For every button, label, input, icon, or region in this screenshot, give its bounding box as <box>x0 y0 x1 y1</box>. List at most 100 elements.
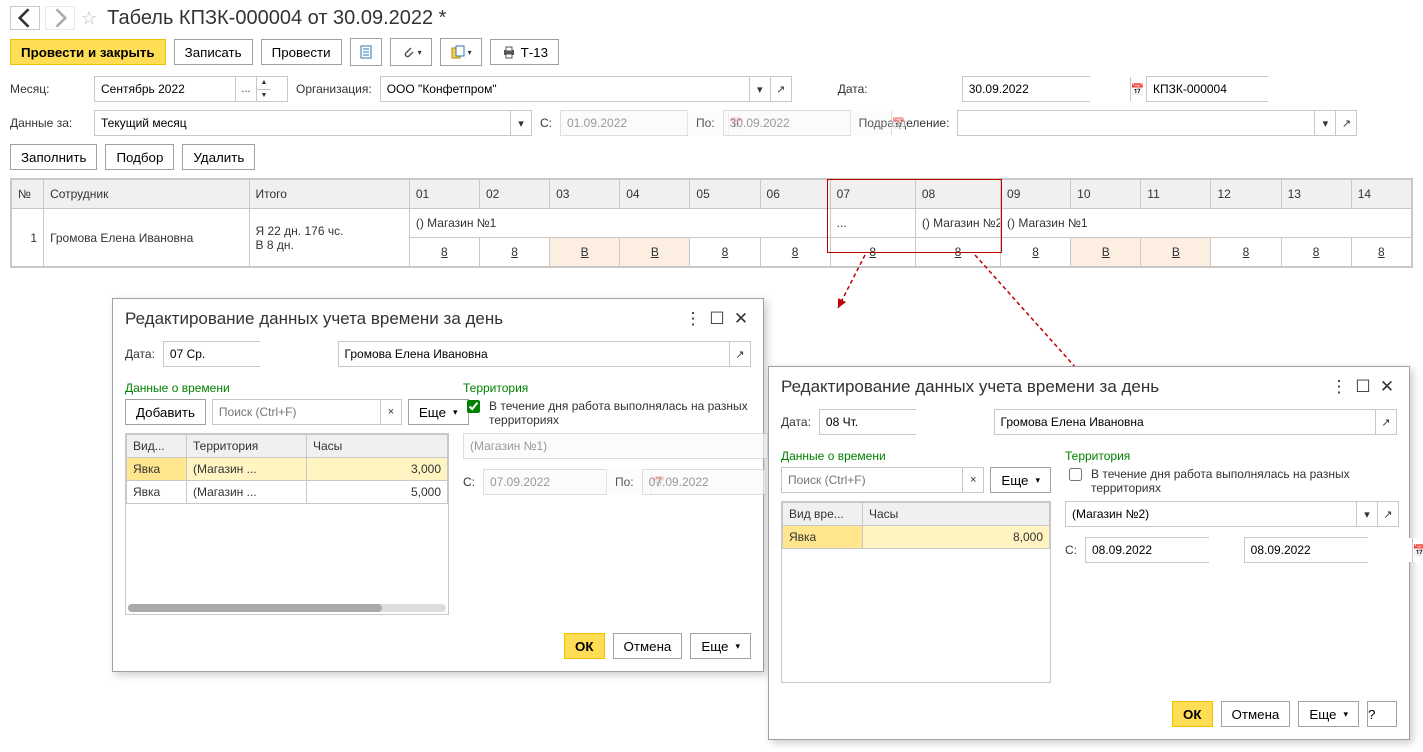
hours-11[interactable]: В <box>1141 238 1211 267</box>
dlg2-terr-open-button[interactable]: ↗ <box>1377 502 1398 526</box>
col-day-10[interactable]: 10 <box>1071 180 1141 209</box>
post-and-close-button[interactable]: Провести и закрыть <box>10 39 166 65</box>
month-input[interactable] <box>95 77 235 101</box>
col-emp[interactable]: Сотрудник <box>44 180 249 209</box>
timesheet-grid[interactable]: № Сотрудник Итого 01 02 03 04 05 06 07 0… <box>10 178 1413 268</box>
dlg1-col-terr[interactable]: Территория <box>187 435 307 458</box>
number-field[interactable] <box>1146 76 1268 102</box>
org-open-button[interactable]: ↗ <box>770 77 791 101</box>
month-down-button[interactable]: ▼ <box>256 90 271 102</box>
dlg2-multi-terr-input[interactable] <box>1069 468 1082 481</box>
date-cal-button[interactable]: 📅 <box>1130 77 1145 101</box>
hours-14[interactable]: 8 <box>1351 238 1411 267</box>
col-day-13[interactable]: 13 <box>1281 180 1351 209</box>
col-day-04[interactable]: 04 <box>620 180 690 209</box>
dlg1-add-button[interactable]: Добавить <box>125 399 206 425</box>
hours-04[interactable]: В <box>620 238 690 267</box>
dlg2-terr-input[interactable] <box>1066 502 1356 526</box>
dlg2-time-grid[interactable]: Вид вре...Часы Явка8,000 <box>781 501 1051 683</box>
dlg1-date-input[interactable] <box>164 342 331 366</box>
dlg2-multi-terr-checkbox[interactable]: В течение дня работа выполнялась на разн… <box>1065 467 1397 495</box>
col-day-03[interactable]: 03 <box>550 180 620 209</box>
hours-12[interactable]: 8 <box>1211 238 1281 267</box>
col-day-06[interactable]: 06 <box>760 180 830 209</box>
delete-button[interactable]: Удалить <box>182 144 255 170</box>
dept-input[interactable] <box>958 111 1314 135</box>
hours-06[interactable]: 8 <box>760 238 830 267</box>
dlg2-close-icon[interactable]: ✕ <box>1377 377 1397 397</box>
hours-05[interactable]: 8 <box>690 238 760 267</box>
save-button[interactable]: Записать <box>174 39 253 65</box>
dlg2-more-icon[interactable]: ⋮ <box>1329 377 1349 397</box>
dlg1-ok-button[interactable]: ОК <box>564 633 605 659</box>
hours-13[interactable]: 8 <box>1281 238 1351 267</box>
nav-back-button[interactable] <box>10 6 40 30</box>
dlg2-search-input[interactable] <box>782 468 962 492</box>
data-for-drop-button[interactable]: ▾ <box>510 111 531 135</box>
pick-button[interactable]: Подбор <box>105 144 174 170</box>
hours-02[interactable]: 8 <box>479 238 549 267</box>
dlg2-ok-button[interactable]: ОК <box>1172 701 1213 727</box>
dlg1-time-grid[interactable]: Вид...ТерриторияЧасы Явка(Магазин ...3,0… <box>125 433 449 615</box>
col-day-11[interactable]: 11 <box>1141 180 1211 209</box>
dlg2-more-button[interactable]: Еще <box>990 467 1051 493</box>
list-item[interactable]: Явка(Магазин ...3,000 <box>127 458 448 481</box>
org-drop-button[interactable]: ▾ <box>749 77 770 101</box>
nav-forward-button[interactable] <box>45 6 75 30</box>
dlg2-max-icon[interactable]: ☐ <box>1353 377 1373 397</box>
col-day-01[interactable]: 01 <box>409 180 479 209</box>
hours-03[interactable]: В <box>550 238 620 267</box>
post-button[interactable]: Провести <box>261 39 342 65</box>
dlg2-from-input[interactable] <box>1086 538 1253 562</box>
dlg2-to-cal-button[interactable]: 📅 <box>1412 538 1423 562</box>
basedon-icon-button[interactable]: ▾ <box>440 38 482 66</box>
dlg1-cancel-button[interactable]: Отмена <box>613 633 683 659</box>
dlg2-date-input[interactable] <box>820 410 987 434</box>
dlg1-search-clear-button[interactable]: × <box>380 400 401 424</box>
day-editor-dialog-1[interactable]: Редактирование данных учета времени за д… <box>112 298 764 672</box>
report-icon-button[interactable] <box>350 38 382 66</box>
dlg1-multi-terr-checkbox[interactable]: В течение дня работа выполнялась на разн… <box>463 399 766 427</box>
col-day-08[interactable]: 08 <box>915 180 1000 209</box>
dlg1-max-icon[interactable]: ☐ <box>707 309 727 329</box>
col-day-05[interactable]: 05 <box>690 180 760 209</box>
date-input[interactable] <box>963 77 1130 101</box>
col-day-14[interactable]: 14 <box>1351 180 1411 209</box>
col-no[interactable]: № <box>12 180 44 209</box>
col-day-07[interactable]: 07 <box>830 180 915 209</box>
date-field[interactable]: 📅 <box>962 76 1090 102</box>
col-day-09[interactable]: 09 <box>1001 180 1071 209</box>
dlg2-cancel-button[interactable]: Отмена <box>1221 701 1291 727</box>
col-day-02[interactable]: 02 <box>479 180 549 209</box>
attach-icon-button[interactable]: ▾ <box>390 38 432 66</box>
dlg1-more2-button[interactable]: Еще <box>690 633 751 659</box>
dlg2-to-input[interactable] <box>1245 538 1412 562</box>
table-row[interactable]: 1 Громова Елена Ивановна Я 22 дн. 176 чс… <box>12 209 1412 238</box>
list-item[interactable]: Явка(Магазин ...5,000 <box>127 481 448 504</box>
dlg1-close-icon[interactable]: ✕ <box>731 309 751 329</box>
dlg1-hscrollbar[interactable] <box>128 604 446 612</box>
col-total[interactable]: Итого <box>249 180 409 209</box>
fill-button[interactable]: Заполнить <box>10 144 97 170</box>
org-input[interactable] <box>381 77 749 101</box>
print-t13-button[interactable]: Т-13 <box>490 39 559 65</box>
dept-drop-button[interactable]: ▾ <box>1314 111 1335 135</box>
dlg2-terr-drop-button[interactable]: ▾ <box>1356 502 1377 526</box>
dlg2-more2-button[interactable]: Еще <box>1298 701 1359 727</box>
favorite-star-icon[interactable]: ☆ <box>81 8 97 29</box>
month-field[interactable]: ... ▲ ▼ <box>94 76 288 102</box>
dept-field[interactable]: ▾ ↗ <box>957 110 1357 136</box>
hours-08[interactable]: 8 <box>915 238 1000 267</box>
dept-open-button[interactable]: ↗ <box>1335 111 1356 135</box>
dlg1-multi-terr-input[interactable] <box>467 400 480 413</box>
hours-09[interactable]: 8 <box>1001 238 1071 267</box>
day-editor-dialog-2[interactable]: Редактирование данных учета времени за д… <box>768 366 1410 740</box>
col-day-12[interactable]: 12 <box>1211 180 1281 209</box>
hours-10[interactable]: В <box>1071 238 1141 267</box>
number-input[interactable] <box>1147 77 1314 101</box>
dlg2-col-kind[interactable]: Вид вре... <box>783 503 863 526</box>
dlg1-more-button[interactable]: Еще <box>408 399 469 425</box>
list-item[interactable]: Явка8,000 <box>783 526 1050 549</box>
dlg2-emp-input[interactable] <box>995 410 1375 434</box>
dlg2-emp-open-button[interactable]: ↗ <box>1375 410 1396 434</box>
